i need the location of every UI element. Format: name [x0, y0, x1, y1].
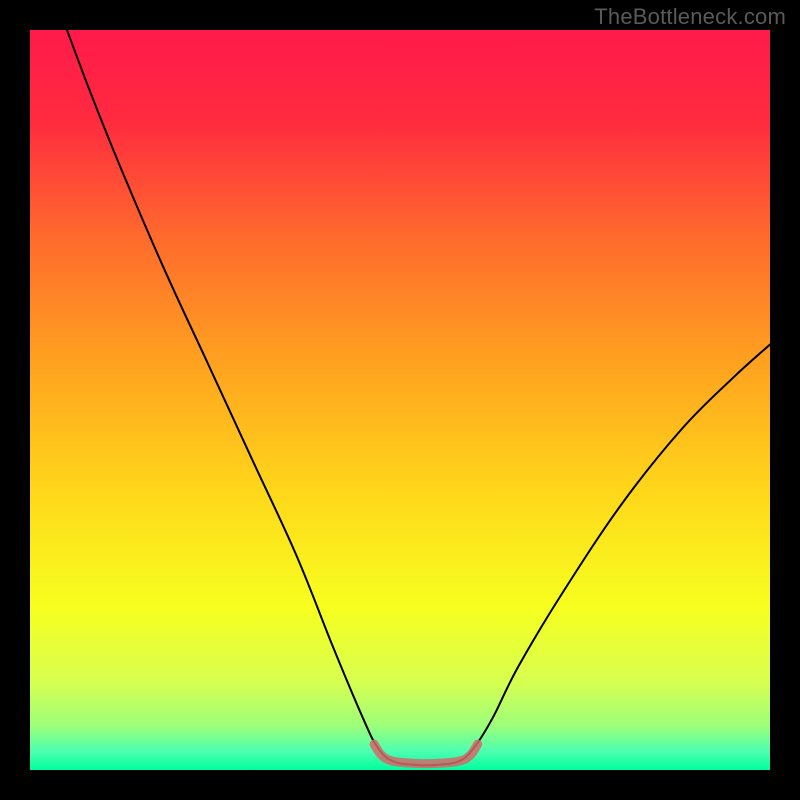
curve-layer: [30, 30, 770, 770]
flat-bottom-marker: [374, 744, 478, 764]
chart-root: TheBottleneck.com: [0, 0, 800, 800]
bottleneck-curve-main: [67, 30, 770, 765]
watermark-text: TheBottleneck.com: [594, 4, 786, 30]
plot-area: [30, 30, 770, 770]
